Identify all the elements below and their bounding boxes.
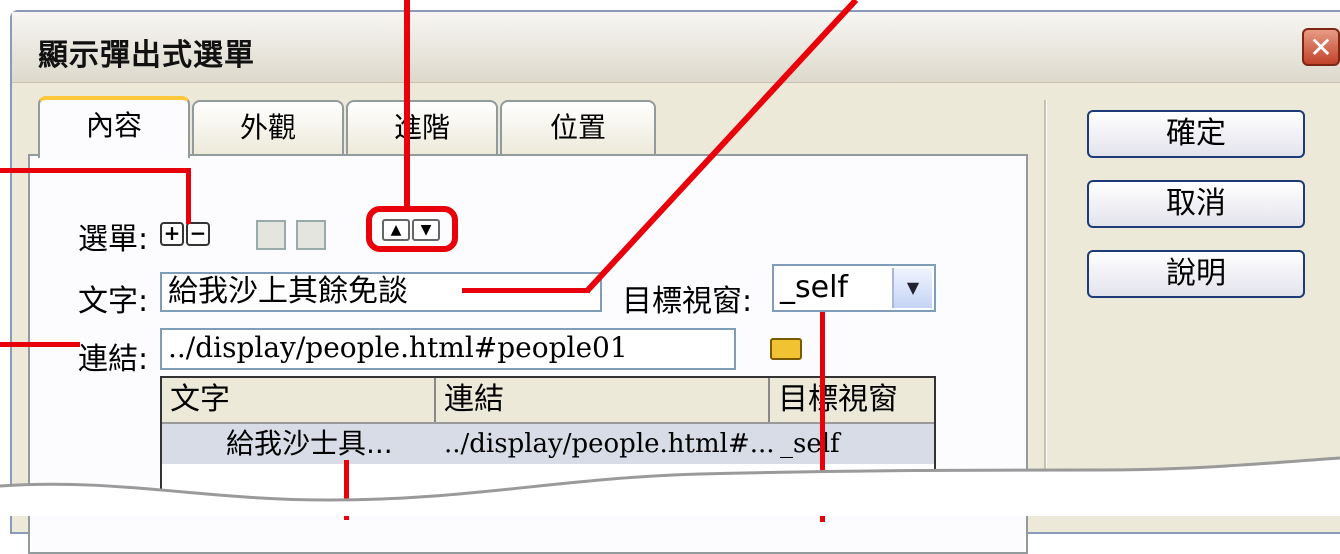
torn-edge: [0, 456, 1340, 516]
